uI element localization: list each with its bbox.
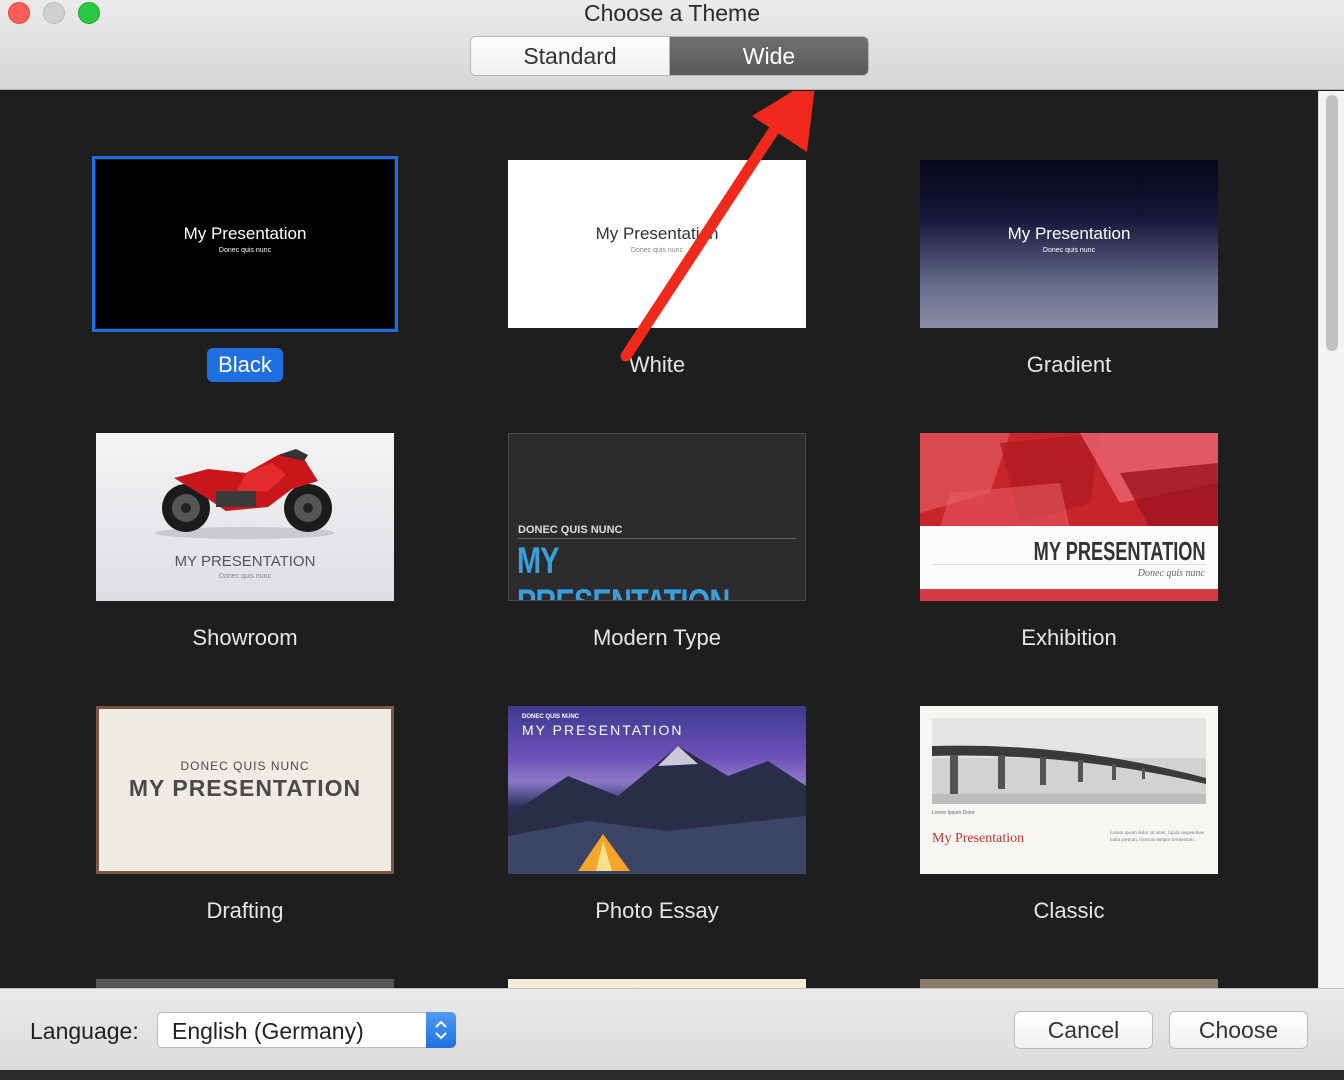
thumb-kicker: DONEC QUIS NUNC: [518, 524, 623, 536]
language-select[interactable]: English (Germany): [157, 1012, 456, 1048]
thumb-body: Lorem ipsum dolor sit amet, ligula suspe…: [1110, 831, 1205, 843]
thumb-title: MY PRESENTATION: [522, 722, 684, 738]
theme-thumbnail-modern-type[interactable]: DONEC QUIS NUNC MY PRESENTATION: [508, 433, 806, 601]
thumb-title: MY PRESENTATION: [517, 540, 730, 600]
theme-label-black[interactable]: Black: [96, 348, 394, 382]
theme-gallery: My Presentation Donec quis nunc Black My…: [0, 91, 1318, 988]
theme-thumbnail-gradient[interactable]: My Presentation Donec quis nunc: [920, 160, 1218, 328]
cancel-button[interactable]: Cancel: [1014, 1011, 1153, 1049]
aspect-segmented-control: Standard Wide: [470, 36, 869, 76]
scrollbar-thumb[interactable]: [1326, 95, 1338, 351]
theme-label-classic[interactable]: Classic: [920, 894, 1218, 928]
thumb-kicker: DONEC QUIS NUNC: [522, 714, 580, 720]
wide-tab[interactable]: Wide: [670, 37, 868, 75]
theme-thumbnail-drafting[interactable]: DONEC QUIS NUNC MY PRESENTATION: [96, 706, 394, 874]
thumb-subtitle: Donec quis nunc: [1137, 568, 1205, 579]
vertical-scrollbar[interactable]: [1318, 91, 1344, 988]
thumb-kicker: DONEC QUIS NUNC: [180, 759, 310, 773]
thumb-title: My Presentation: [595, 224, 719, 243]
theme-chooser-window: Choose a Theme Standard Wide My Presenta…: [0, 0, 1344, 1080]
bottom-bar: Language: English (Germany) Cancel Choos…: [0, 988, 1344, 1070]
theme-label-white[interactable]: White: [508, 348, 806, 382]
desktop-background-strip: [0, 1070, 1344, 1080]
theme-thumbnail-row4-2[interactable]: [508, 979, 806, 988]
language-value: English (Germany): [172, 1018, 364, 1044]
thumb-title: MY PRESENTATION: [174, 553, 316, 570]
title-bar: Choose a Theme Standard Wide: [0, 0, 1344, 90]
theme-label-gradient[interactable]: Gradient: [920, 348, 1218, 382]
theme-thumbnail-row4-3[interactable]: [920, 979, 1218, 988]
language-label: Language:: [30, 1018, 139, 1044]
theme-thumbnail-white[interactable]: My Presentation Donec quis nunc: [508, 160, 806, 328]
theme-label-drafting[interactable]: Drafting: [96, 894, 394, 928]
bridge-image: [932, 718, 1206, 804]
thumb-divider: [518, 538, 796, 539]
theme-thumbnail-showroom[interactable]: MY PRESENTATION Donec quis nunc: [96, 433, 394, 601]
theme-thumbnail-row4-1[interactable]: [96, 979, 394, 988]
thumb-title: My Presentation: [183, 224, 307, 243]
theme-label-exhibition[interactable]: Exhibition: [920, 621, 1218, 655]
choose-button[interactable]: Choose: [1169, 1011, 1308, 1049]
thumb-subtitle: Donec quis nunc: [218, 247, 272, 254]
theme-label-modern-type[interactable]: Modern Type: [508, 621, 806, 655]
thumb-title: MY PRESENTATION: [128, 775, 362, 801]
thumb-subtitle: Donec quis nunc: [1042, 247, 1096, 254]
theme-label-showroom[interactable]: Showroom: [96, 621, 394, 655]
thumb-title: My Presentation: [932, 831, 1025, 846]
theme-thumbnail-classic[interactable]: Lorem Ipsum Dolor My Presentation Lorem …: [920, 706, 1218, 874]
standard-tab[interactable]: Standard: [471, 37, 670, 75]
chevron-up-down-icon[interactable]: [426, 1012, 456, 1048]
theme-thumbnail-exhibition[interactable]: MY PRESENTATION Donec quis nunc: [920, 433, 1218, 601]
theme-label-photo-essay[interactable]: Photo Essay: [508, 894, 806, 928]
thumb-subtitle: Donec quis nunc: [630, 247, 684, 254]
theme-thumbnail-black[interactable]: My Presentation Donec quis nunc: [92, 156, 398, 332]
thumb-title: My Presentation: [1007, 224, 1131, 243]
window-title: Choose a Theme: [583, 0, 760, 26]
theme-thumbnail-photo-essay[interactable]: DONEC QUIS NUNC MY PRESENTATION: [508, 706, 806, 874]
thumb-caption: Lorem Ipsum Dolor: [932, 810, 975, 816]
thumb-title: MY PRESENTATION: [1034, 536, 1206, 566]
thumb-subtitle: Donec quis nunc: [218, 573, 272, 580]
thumb-title-band: MY PRESENTATION Donec quis nunc: [920, 526, 1218, 589]
